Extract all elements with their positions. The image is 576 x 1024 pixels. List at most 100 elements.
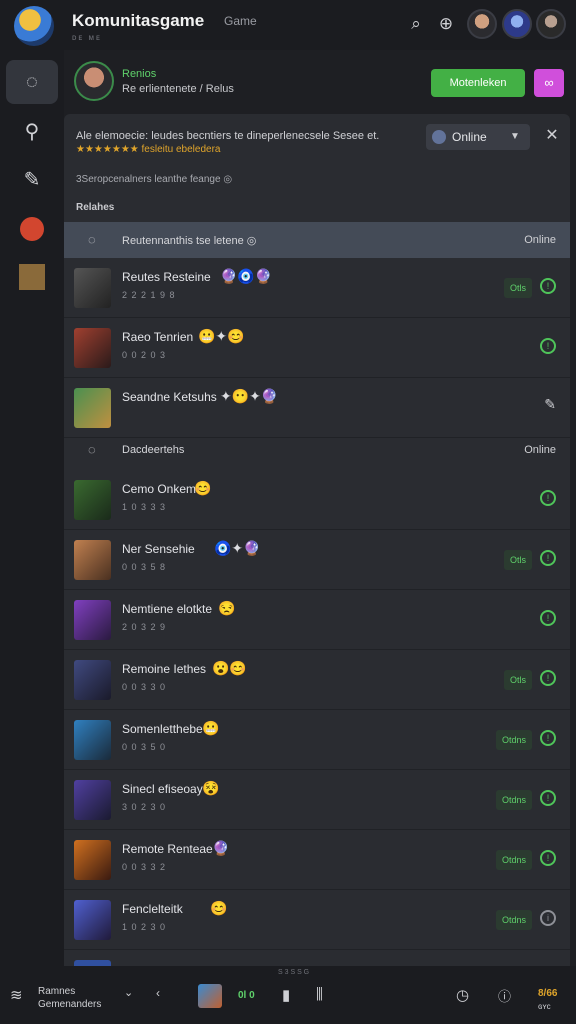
user-avatar-3[interactable] [536,9,566,39]
emoji-badges: 🔮 [212,840,230,856]
status-info-icon[interactable]: ! [540,790,556,806]
map-icon[interactable] [6,254,58,298]
status-select[interactable]: Online ▼ [426,124,530,150]
status-info-icon[interactable]: ! [540,730,556,746]
profile-status: Re erlientenete / Relus [122,83,234,95]
friend-sub: 0 0 3 5 0 [122,742,167,752]
list-item[interactable]: Reutes Resteine 2 2 2 1 9 8 🔮🧿🔮 Otls ! [64,258,570,318]
status-info-icon[interactable]: ! [540,278,556,294]
subnote-text: 3Seropcenalners leanthe feange ◎ [76,174,233,185]
status-info-icon[interactable]: ! [540,490,556,506]
online-count: 0l 0 [238,990,255,1001]
sort-icon[interactable]: ⫼ [316,986,323,1003]
list-item[interactable]: Somenletthebe 0 0 3 5 0 😬 Otdns ! [64,710,570,770]
status-tag: Otdns [496,910,533,930]
status-info-icon[interactable]: i [540,910,556,926]
game-icon[interactable] [198,984,222,1008]
status-info-icon[interactable]: ! [540,670,556,686]
bottom-meta: S 3 S S G [278,969,310,976]
edit-icon[interactable]: ✎ [544,396,556,413]
list-item[interactable]: Seandne Ketsuhs ✦😶✦🔮 ✎ [64,378,570,438]
app-meta: ᴅᴇ ᴍᴇ [72,33,102,42]
game-thumbnail [74,388,111,428]
zoom-icon[interactable]: ⊕ [435,13,457,35]
game-thumbnail [74,268,111,308]
friend-sub: 0 0 3 3 2 [122,862,167,872]
profile-avatar[interactable] [74,61,114,101]
list-item[interactable]: Nemtiene elotkte 2 0 3 2 9 😒 ! [64,590,570,650]
profile-name: Renios [122,68,157,80]
friend-sub: 2 0 3 2 9 [122,622,167,632]
game-thumbnail [74,780,111,820]
close-icon[interactable]: ✕ [542,126,562,146]
friend-name: Somenletthebe [122,722,203,736]
group-name: Dacdeertehs [122,444,185,456]
chevron-down-icon[interactable]: ⌄ [124,986,133,999]
list-item[interactable]: Cemo Onkem 1 0 3 3 3 😊 ! [64,470,570,530]
game-thumbnail [74,328,111,368]
list-item[interactable]: Ner Sensehie 0 0 3 5 8 🧿✦🔮 Otls ! [64,530,570,590]
emoji-badges: 😊 [210,900,228,916]
notice-text: Ale elemoecie: leudes becntiers te dinep… [76,130,380,142]
emoji-badges: 😬✦😊 [198,328,245,344]
chevron-left-icon[interactable]: ‹ [156,986,160,1000]
user-avatar-2[interactable] [502,9,532,39]
info-icon[interactable]: ⓘ [498,986,511,1005]
bottom-value: 8/66 [538,988,558,999]
friend-sub: 0 0 3 5 8 [122,562,167,572]
status-tag: Otdns [496,730,533,750]
friend-name: Fenclelteitk [122,902,183,916]
list-item[interactable] [64,950,570,966]
status-info-icon[interactable]: ! [540,850,556,866]
left-rail: ◌ ⚲ ✎ [0,50,64,966]
list-item[interactable]: Sinecl efiseoay 3 0 2 3 0 😵 Otdns ! [64,770,570,830]
status-tag: Otdns [496,850,533,870]
layers-icon[interactable]: ≋ [10,986,23,1004]
game-thumbnail [74,900,111,940]
game-thumbnail [74,660,111,700]
group-name: Reutennanthis tse letene ◎ [122,235,257,247]
search-icon[interactable]: ⌕ [405,13,427,35]
group-header[interactable]: ◌ Reutennanthis tse letene ◎ Online [64,222,570,258]
emoji-badges: 🔮🧿🔮 [220,268,273,284]
friend-name: Raeo Tenrien [122,330,194,344]
status-info-icon[interactable]: ! [540,338,556,354]
avatar-icon[interactable] [6,206,58,250]
group-header[interactable]: ◌ Dacdeertehs Online [64,432,570,468]
app-logo[interactable] [14,6,54,46]
list-item[interactable]: Raeo Tenrien 0 0 2 0 3 😬✦😊 ! [64,318,570,378]
notification-icon[interactable]: ▮ [282,986,290,1004]
status-info-icon[interactable]: ! [540,550,556,566]
primary-action-button[interactable]: Motenleken [431,69,525,97]
user-avatar-1[interactable] [467,9,497,39]
search-icon[interactable]: ⚲ [6,110,58,154]
edit-icon[interactable]: ✎ [6,158,58,202]
group-status: Online [524,444,556,456]
emoji-badges: 😊 [194,480,212,496]
link-icon[interactable]: ∞ [534,69,564,97]
status-tag: Otls [504,670,533,690]
profile-bar: Renios Re erlientenete / Relus Motenleke… [64,50,576,112]
game-thumbnail [74,840,111,880]
status-avatar-icon [432,130,446,144]
status-select-value: Online [452,130,487,144]
friend-name: Remoine Iethes [122,662,207,676]
status-info-icon[interactable]: ! [540,610,556,626]
list-item[interactable]: Remote Renteae 0 0 3 3 2 🔮 Otdns ! [64,830,570,890]
friend-name: Seandne Ketsuhs [122,390,217,404]
emoji-badges: 😬 [202,720,220,736]
chat-icon[interactable]: ◌ [6,60,58,104]
friend-sub: 1 0 3 3 3 [122,502,167,512]
status-tag: Otdns [496,790,533,810]
game-thumbnail [74,720,111,760]
emoji-badges: 🧿✦🔮 [214,540,261,556]
game-thumbnail [74,540,111,580]
emoji-badges: 😮😊 [212,660,247,676]
friends-panel: Ale elemoecie: leudes becntiers te dinep… [64,114,570,966]
list-item[interactable]: Remoine Iethes 0 0 3 3 0 😮😊 Otls ! [64,650,570,710]
list-item[interactable]: Fenclelteitk 1 0 2 3 0 😊 Otdns i [64,890,570,950]
friend-sub: 0 0 3 3 0 [122,682,167,692]
friend-sub: 3 0 2 3 0 [122,802,167,812]
friend-name: Remote Renteae [122,842,213,856]
clock-icon[interactable]: ◷ [456,986,469,1004]
